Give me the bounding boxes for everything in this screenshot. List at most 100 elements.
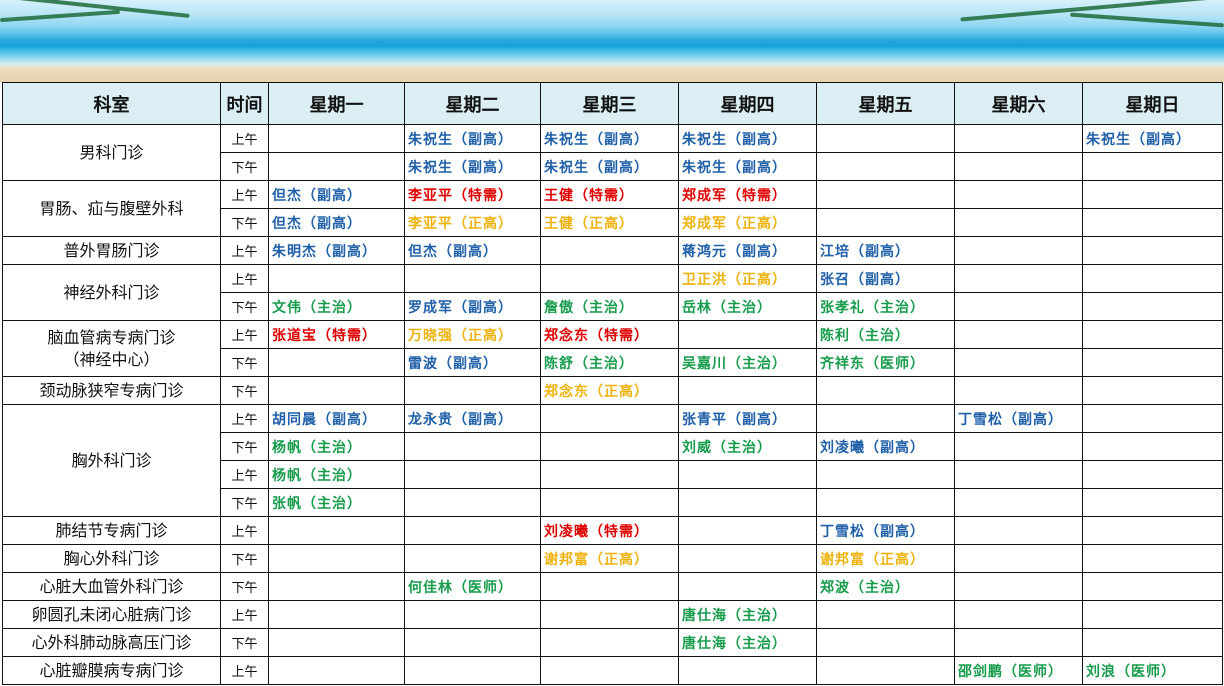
schedule-cell[interactable]: 朱祝生（副高） [540, 152, 679, 181]
schedule-cell[interactable] [954, 516, 1083, 545]
schedule-cell[interactable]: 邵剑鹏（医师） [954, 656, 1083, 685]
schedule-cell[interactable] [678, 656, 817, 685]
schedule-cell[interactable] [268, 264, 405, 293]
schedule-cell[interactable] [540, 236, 679, 265]
schedule-cell[interactable] [954, 264, 1083, 293]
schedule-cell[interactable]: 朱明杰（副高） [268, 236, 405, 265]
schedule-cell[interactable] [540, 432, 679, 461]
schedule-cell[interactable] [268, 628, 405, 657]
schedule-cell[interactable]: 陈舒（主治） [540, 348, 679, 377]
schedule-cell[interactable] [816, 208, 955, 237]
schedule-cell[interactable] [954, 600, 1083, 629]
schedule-cell[interactable] [268, 516, 405, 545]
schedule-cell[interactable]: 杨帆（主治） [268, 460, 405, 489]
schedule-cell[interactable] [954, 124, 1083, 153]
schedule-cell[interactable] [1082, 208, 1223, 237]
schedule-cell[interactable]: 朱祝生（副高） [404, 124, 541, 153]
schedule-cell[interactable] [268, 572, 405, 601]
schedule-cell[interactable] [404, 432, 541, 461]
schedule-cell[interactable] [1082, 292, 1223, 321]
schedule-cell[interactable] [816, 460, 955, 489]
schedule-cell[interactable]: 詹傲（主治） [540, 292, 679, 321]
schedule-cell[interactable] [540, 404, 679, 433]
schedule-cell[interactable]: 刘凌曦（特需） [540, 516, 679, 545]
schedule-cell[interactable]: 蒋鸿元（副高） [678, 236, 817, 265]
schedule-cell[interactable] [678, 516, 817, 545]
schedule-cell[interactable] [816, 180, 955, 209]
schedule-cell[interactable]: 杨帆（主治） [268, 432, 405, 461]
schedule-cell[interactable] [404, 376, 541, 405]
schedule-cell[interactable] [404, 544, 541, 573]
schedule-cell[interactable]: 郑成军（正高） [678, 208, 817, 237]
schedule-cell[interactable] [1082, 264, 1223, 293]
schedule-cell[interactable] [268, 348, 405, 377]
schedule-cell[interactable]: 卫正洪（正高） [678, 264, 817, 293]
schedule-cell[interactable]: 文伟（主治） [268, 292, 405, 321]
schedule-cell[interactable]: 江培（副高） [816, 236, 955, 265]
schedule-cell[interactable] [678, 572, 817, 601]
schedule-cell[interactable] [1082, 600, 1223, 629]
schedule-cell[interactable] [954, 432, 1083, 461]
schedule-cell[interactable]: 张孝礼（主治） [816, 292, 955, 321]
schedule-cell[interactable] [540, 460, 679, 489]
schedule-cell[interactable]: 郑念东（特需） [540, 320, 679, 349]
schedule-cell[interactable] [954, 180, 1083, 209]
schedule-cell[interactable] [954, 320, 1083, 349]
schedule-cell[interactable]: 但杰（副高） [268, 180, 405, 209]
schedule-cell[interactable] [1082, 180, 1223, 209]
schedule-cell[interactable] [404, 488, 541, 517]
schedule-cell[interactable] [678, 460, 817, 489]
schedule-cell[interactable] [816, 628, 955, 657]
schedule-cell[interactable] [1082, 348, 1223, 377]
schedule-cell[interactable]: 陈利（主治） [816, 320, 955, 349]
schedule-cell[interactable] [1082, 376, 1223, 405]
schedule-cell[interactable] [954, 348, 1083, 377]
schedule-cell[interactable]: 丁雪松（副高） [954, 404, 1083, 433]
schedule-cell[interactable] [540, 600, 679, 629]
schedule-cell[interactable]: 张青平（副高） [678, 404, 817, 433]
schedule-cell[interactable] [268, 376, 405, 405]
schedule-cell[interactable] [678, 376, 817, 405]
schedule-cell[interactable] [404, 516, 541, 545]
schedule-cell[interactable]: 何佳林（医师） [404, 572, 541, 601]
schedule-cell[interactable] [1082, 236, 1223, 265]
schedule-cell[interactable] [268, 544, 405, 573]
schedule-cell[interactable]: 刘凌曦（副高） [816, 432, 955, 461]
schedule-cell[interactable]: 郑念东（正高） [540, 376, 679, 405]
schedule-cell[interactable] [954, 236, 1083, 265]
schedule-cell[interactable] [540, 628, 679, 657]
schedule-cell[interactable] [404, 628, 541, 657]
schedule-cell[interactable] [1082, 432, 1223, 461]
schedule-cell[interactable]: 丁雪松（副高） [816, 516, 955, 545]
schedule-cell[interactable]: 谢邦富（正高） [540, 544, 679, 573]
schedule-cell[interactable] [678, 488, 817, 517]
schedule-cell[interactable]: 郑波（主治） [816, 572, 955, 601]
schedule-cell[interactable] [1082, 516, 1223, 545]
schedule-cell[interactable]: 张帆（主治） [268, 488, 405, 517]
schedule-cell[interactable] [816, 600, 955, 629]
schedule-cell[interactable] [404, 460, 541, 489]
schedule-cell[interactable] [268, 124, 405, 153]
schedule-cell[interactable]: 张道宝（特需） [268, 320, 405, 349]
schedule-cell[interactable] [1082, 320, 1223, 349]
schedule-cell[interactable]: 谢邦富（正高） [816, 544, 955, 573]
schedule-cell[interactable] [954, 460, 1083, 489]
schedule-cell[interactable] [678, 320, 817, 349]
schedule-cell[interactable] [954, 152, 1083, 181]
schedule-cell[interactable] [268, 656, 405, 685]
schedule-cell[interactable]: 齐祥东（医师） [816, 348, 955, 377]
schedule-cell[interactable] [1082, 628, 1223, 657]
schedule-cell[interactable] [1082, 488, 1223, 517]
schedule-cell[interactable] [268, 152, 405, 181]
schedule-cell[interactable] [540, 572, 679, 601]
schedule-cell[interactable] [816, 656, 955, 685]
schedule-cell[interactable]: 李亚平（正高） [404, 208, 541, 237]
schedule-cell[interactable] [816, 124, 955, 153]
schedule-cell[interactable] [1082, 460, 1223, 489]
schedule-cell[interactable]: 朱祝生（副高） [678, 152, 817, 181]
schedule-cell[interactable] [816, 152, 955, 181]
schedule-cell[interactable] [816, 404, 955, 433]
schedule-cell[interactable]: 岳林（主治） [678, 292, 817, 321]
schedule-cell[interactable]: 吴嘉川（主治） [678, 348, 817, 377]
schedule-cell[interactable]: 刘威（主治） [678, 432, 817, 461]
